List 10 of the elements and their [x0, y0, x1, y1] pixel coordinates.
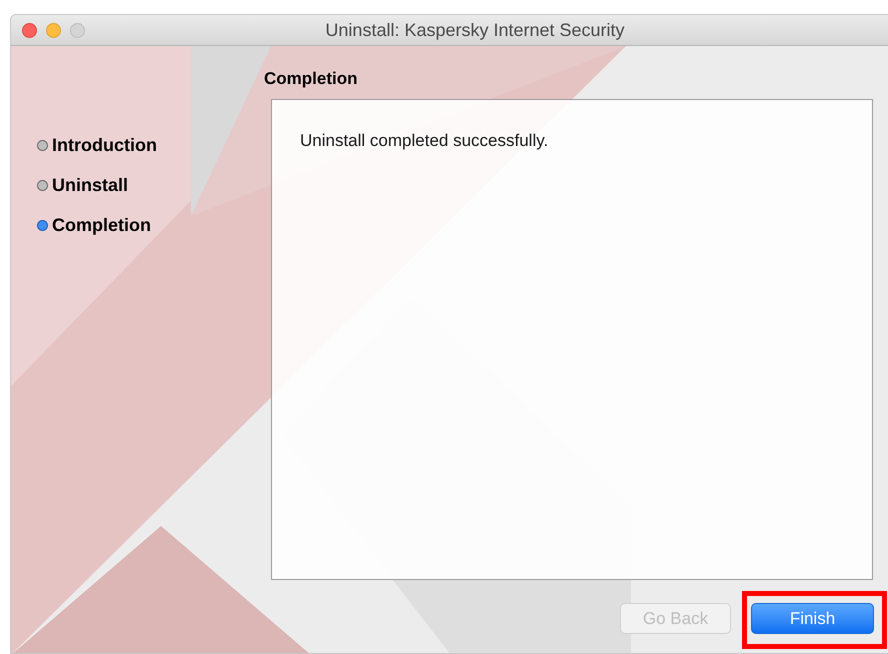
- window-title: Uninstall: Kaspersky Internet Security: [325, 18, 625, 42]
- dialog-button[interactable]: Finish: [751, 603, 874, 634]
- status-message: Uninstall completed successfully.: [300, 131, 548, 150]
- close-button[interactable]: [22, 23, 37, 38]
- page-title: Completion: [264, 68, 358, 90]
- step-label: Uninstall: [52, 174, 128, 197]
- step-label: Introduction: [52, 134, 157, 157]
- step-label: Completion: [52, 214, 151, 237]
- minimize-button[interactable]: [46, 23, 61, 38]
- zoom-button[interactable]: [70, 23, 85, 38]
